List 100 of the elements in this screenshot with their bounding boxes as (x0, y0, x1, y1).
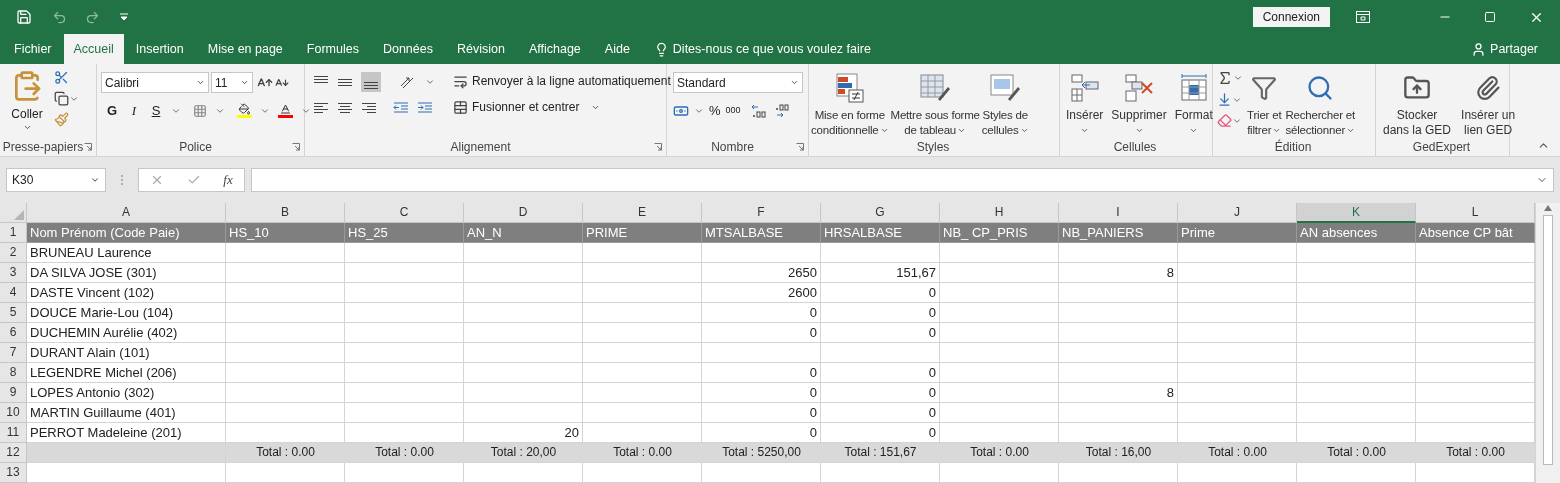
row-header[interactable]: 4 (0, 283, 27, 303)
tell-me-field[interactable]: Dites-nous ce que vous voulez faire (672, 39, 871, 59)
caret-icon (90, 175, 100, 185)
row-header[interactable]: 3 (0, 263, 27, 283)
row-header[interactable]: 10 (0, 403, 27, 423)
ribbon-display-icon[interactable] (1356, 11, 1370, 23)
column-header[interactable]: C (345, 203, 464, 223)
group-label: Police (179, 141, 212, 153)
underline-button[interactable]: S (149, 101, 163, 121)
percent-button[interactable]: % (709, 101, 721, 121)
table-cell: MARTIN Guillaume (401) (27, 403, 226, 423)
align-center-icon[interactable] (337, 100, 353, 116)
autosum-icon[interactable] (1217, 70, 1233, 86)
sort-filter-icon (1251, 75, 1278, 101)
column-header[interactable]: D (464, 203, 583, 223)
column-header[interactable]: H (940, 203, 1059, 223)
header-cell: HRSALBASE (821, 223, 940, 243)
ribbon-tab[interactable]: Données (370, 34, 445, 64)
ribbon-tab[interactable]: Insertion (123, 34, 196, 64)
increase-decimal-icon[interactable] (749, 102, 768, 119)
ribbon-tab[interactable]: Aide (592, 34, 642, 64)
format-cells-icon (1178, 73, 1209, 103)
ribbon-tab[interactable]: Fichier (2, 34, 64, 64)
row-header[interactable]: 12 (0, 443, 27, 463)
sign-in-button[interactable]: Connexion (1252, 7, 1330, 27)
column-header[interactable]: I (1059, 203, 1178, 223)
ribbon-tab[interactable]: Révision (444, 34, 517, 64)
bold-button[interactable]: G (105, 101, 119, 121)
font-size-field[interactable]: 11 (211, 72, 253, 93)
wrap-text-button[interactable]: Renvoyer à la ligne automatiquement (453, 72, 671, 90)
ribbon-tab[interactable]: Affichage (516, 34, 593, 64)
formula-input[interactable] (251, 168, 1554, 192)
row-header[interactable]: 5 (0, 303, 27, 323)
column-header[interactable]: K (1297, 203, 1416, 223)
align-left-icon[interactable] (313, 100, 329, 116)
header-cell: NB_ CP_PRIS (940, 223, 1059, 243)
total-cell: Total : 0.00 (583, 443, 702, 463)
group-label: Presse-papiers (2, 141, 84, 153)
fill-color-icon[interactable] (237, 103, 252, 119)
align-right-icon[interactable] (361, 100, 377, 116)
name-box[interactable]: K30 (6, 168, 106, 192)
merge-center-button[interactable]: Fusionner et centrer (453, 98, 671, 116)
row-header[interactable]: 2 (0, 243, 27, 263)
insert-function-button[interactable]: fx (223, 170, 233, 190)
ribbon-tab[interactable]: Mise en page (195, 34, 295, 64)
more-icon (120, 173, 124, 187)
font-name-field[interactable]: Calibri (101, 72, 209, 93)
table-cell: DASTE Vincent (102) (27, 283, 226, 303)
caret-icon (1019, 126, 1029, 135)
dialog-launcher-icon[interactable] (796, 143, 804, 151)
font-color-icon[interactable] (278, 103, 293, 119)
copy-icon[interactable] (54, 91, 69, 106)
column-header[interactable]: B (226, 203, 345, 223)
fill-down-icon[interactable] (1217, 92, 1232, 107)
maximize-icon[interactable] (1484, 11, 1496, 23)
row-header[interactable]: 9 (0, 383, 27, 403)
row-header[interactable]: 13 (0, 463, 27, 483)
clear-icon[interactable] (1217, 113, 1232, 128)
column-header[interactable]: F (702, 203, 821, 223)
dialog-launcher-icon[interactable] (654, 143, 662, 151)
table-cell: 0 (821, 363, 940, 383)
dialog-launcher-icon[interactable] (84, 143, 92, 151)
paperclip-icon (1475, 75, 1502, 101)
ribbon-tab[interactable]: Accueil (63, 34, 124, 64)
cell-styles-icon (990, 73, 1021, 103)
thousands-button[interactable]: 000 (725, 104, 741, 118)
paste-button[interactable]: Coller (4, 68, 50, 132)
row-header[interactable]: 8 (0, 363, 27, 383)
total-cell: Total : 0.00 (940, 443, 1059, 463)
cut-icon[interactable] (54, 70, 69, 85)
group-label: GedExpert (1412, 141, 1471, 153)
styles-button[interactable]: Styles de cellules (981, 68, 1029, 146)
save-icon[interactable] (16, 9, 32, 25)
cells-button[interactable]: Format (1172, 68, 1215, 146)
format-painter-icon[interactable] (54, 112, 69, 127)
row-header[interactable]: 1 (0, 223, 27, 243)
column-header[interactable]: J (1178, 203, 1297, 223)
column-header[interactable]: A (27, 203, 226, 223)
column-header[interactable]: L (1416, 203, 1535, 223)
row-header[interactable]: 7 (0, 343, 27, 363)
ribbon-tab[interactable]: Formules (294, 34, 371, 64)
column-header[interactable]: E (583, 203, 702, 223)
insert-cells-icon (1069, 73, 1100, 103)
share-button[interactable]: Partager (1490, 39, 1538, 59)
group-label: Édition (1274, 141, 1312, 153)
total-cell: Total : 0.00 (1178, 443, 1297, 463)
column-header[interactable]: G (821, 203, 940, 223)
dialog-launcher-icon[interactable] (292, 143, 300, 151)
vertical-scrollbar[interactable] (1535, 203, 1560, 483)
row-header[interactable]: 6 (0, 323, 27, 343)
styles-button[interactable]: Mise en forme conditionnelle (811, 68, 889, 146)
number-format-field[interactable]: Standard (673, 72, 803, 93)
cells-button[interactable]: Insérer (1064, 68, 1106, 146)
customize-toolbar-icon[interactable] (120, 13, 128, 21)
table-cell: LEGENDRE Michel (206) (27, 363, 226, 383)
italic-button[interactable]: I (127, 101, 141, 121)
borders-icon[interactable] (193, 103, 207, 118)
table-cell: 2650 (702, 263, 821, 283)
scroll-up-icon[interactable] (1544, 205, 1552, 211)
row-header[interactable]: 11 (0, 423, 27, 443)
